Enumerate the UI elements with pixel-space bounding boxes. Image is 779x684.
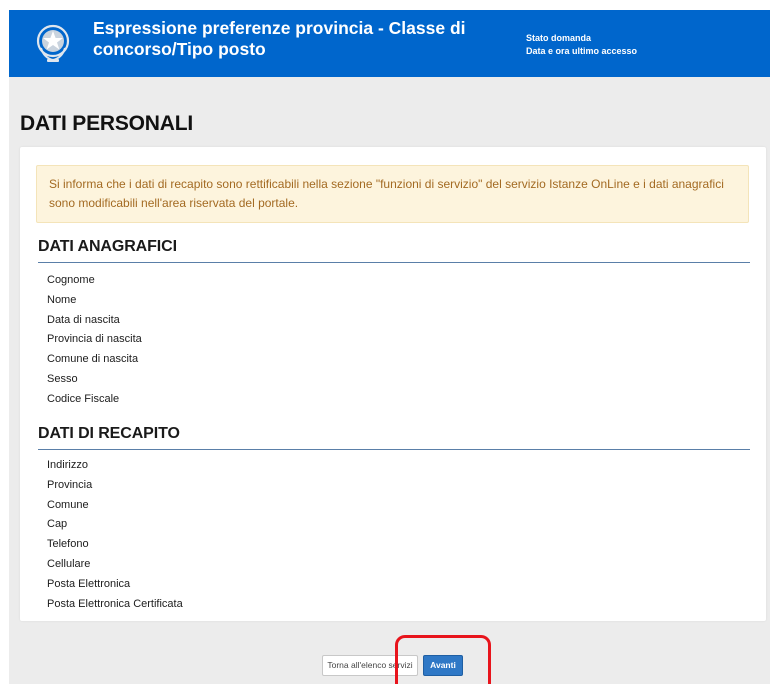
field-label-cognome: Cognome	[47, 274, 95, 286]
back-to-services-button[interactable]: Torna all'elenco servizi	[322, 655, 418, 676]
field-label-nome: Nome	[47, 293, 77, 306]
page-title: DATI PERSONALI	[20, 112, 193, 135]
field-label-sesso: Sesso	[47, 372, 78, 385]
field-label-provincia: Provincia	[47, 478, 93, 491]
form-actions: Torna all'elenco servizi Avanti	[0, 655, 779, 684]
field-label-codice-fiscale: Codice Fiscale	[47, 392, 120, 405]
field-label-provincia-nascita: Provincia di nascita	[47, 333, 142, 346]
page-header-title: Espressione preferenze provincia - Class…	[93, 18, 466, 59]
info-notice: Si informa che i dati di recapito sono r…	[36, 165, 749, 223]
anagrafici-field-list: Cognome Nome Data di nascita Provincia d…	[47, 271, 142, 410]
field-label-indirizzo: Indirizzo	[47, 459, 88, 471]
italian-republic-emblem-icon	[36, 24, 70, 62]
app-header: Espressione preferenze provincia - Class…	[9, 10, 770, 77]
section-divider-anagrafici	[38, 262, 750, 263]
field-label-cellulare: Cellulare	[47, 557, 91, 570]
field-label-data-nascita: Data di nascita	[47, 313, 120, 326]
personal-data-card: Si informa che i dati di recapito sono r…	[20, 147, 766, 621]
field-label-comune-nascita: Comune di nascita	[47, 353, 139, 366]
section-divider-recapito	[38, 449, 750, 450]
field-label-cap: Cap	[47, 518, 68, 531]
header-meta: Stato domanda Data e ora ultimo accesso	[526, 32, 637, 58]
application-status-label: Stato domanda	[526, 33, 592, 43]
section-title-anagrafici: DATI ANAGRAFICI	[38, 238, 177, 255]
field-label-posta-elettronica: Posta Elettronica	[47, 577, 131, 590]
recapito-field-list: Indirizzo Provincia Comune Cap Telefono …	[47, 456, 183, 614]
next-button[interactable]: Avanti	[423, 655, 463, 676]
section-title-recapito: DATI DI RECAPITO	[38, 425, 180, 442]
field-label-comune: Comune	[47, 498, 89, 511]
field-label-pec: Posta Elettronica Certificata	[47, 597, 183, 610]
field-label-telefono: Telefono	[47, 538, 89, 551]
last-access-label: Data e ora ultimo accesso	[526, 46, 638, 56]
